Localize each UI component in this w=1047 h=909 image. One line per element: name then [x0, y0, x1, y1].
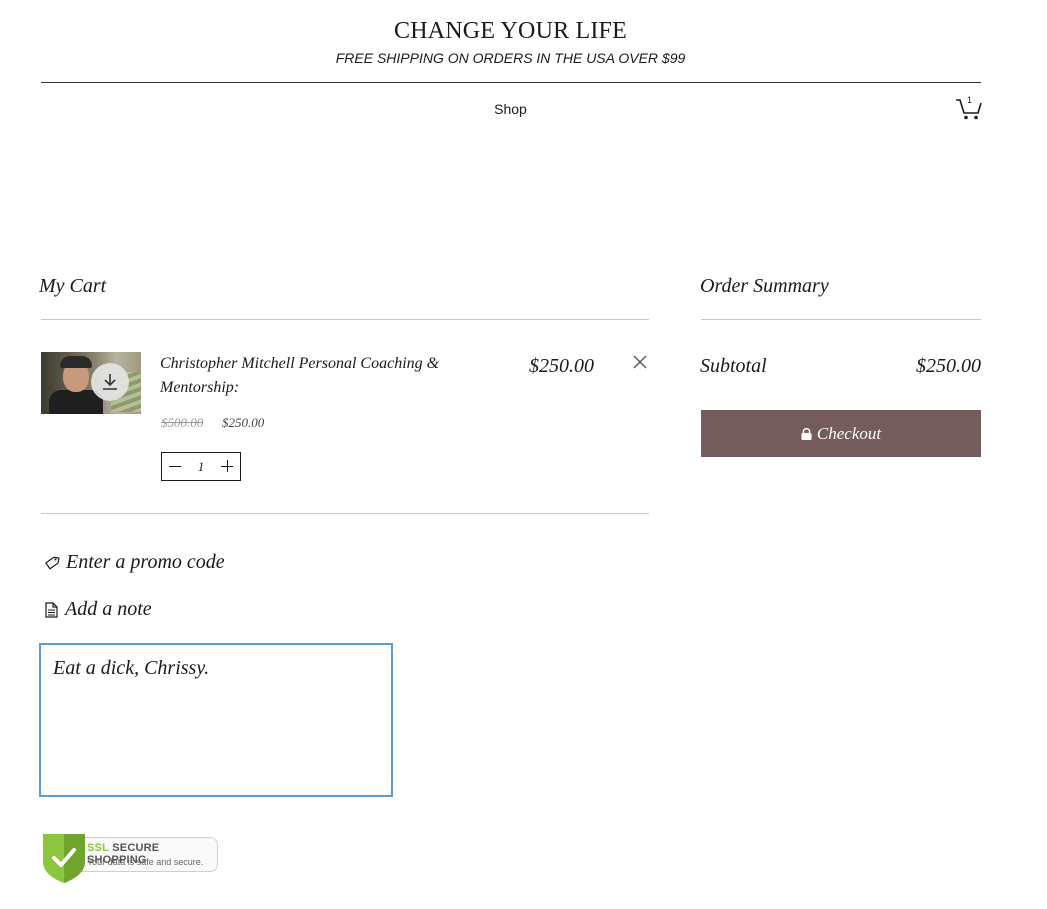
- sale-price: $250.00: [222, 415, 265, 430]
- shipping-banner: FREE SHIPPING ON ORDERS IN THE USA OVER …: [335, 50, 686, 66]
- line-total: $250.00: [529, 355, 594, 377]
- cart-button[interactable]: 1: [955, 95, 983, 121]
- order-summary-title: Order Summary: [700, 275, 829, 297]
- download-icon: [103, 374, 117, 390]
- lock-icon: [801, 428, 812, 440]
- quantity-stepper[interactable]: 1: [161, 452, 241, 481]
- ssl-label: SSL: [87, 842, 109, 854]
- note-icon: [45, 601, 58, 618]
- ssl-badge-subtitle: Your data is safe and secure.: [87, 857, 204, 867]
- product-name[interactable]: Christopher Mitchell Personal Coaching &…: [160, 352, 460, 400]
- site-title[interactable]: CHANGE YOUR LIFE: [0, 18, 1021, 45]
- checkout-label: Checkout: [816, 423, 882, 443]
- quantity-increase-button[interactable]: [220, 459, 234, 474]
- add-note-link[interactable]: Add a note: [44, 598, 152, 621]
- note-textarea[interactable]: [39, 643, 393, 797]
- cart-divider-top: [41, 319, 649, 320]
- checkout-button[interactable]: Checkout: [701, 410, 981, 457]
- subtotal-value: $250.00: [916, 355, 981, 377]
- cart-count: 1: [967, 95, 973, 105]
- ssl-secure-badge: SSL SECURE SHOPPING Your data is safe an…: [41, 832, 219, 884]
- cart-divider-bottom: [41, 513, 649, 514]
- close-icon: [633, 355, 647, 369]
- nav-shop-link[interactable]: Shop: [0, 101, 1021, 117]
- summary-divider: [701, 319, 981, 320]
- promo-code-link[interactable]: Enter a promo code: [44, 551, 225, 574]
- header-divider: [41, 82, 981, 83]
- promo-code-label: Enter a promo code: [66, 551, 225, 573]
- original-price: $500.00: [161, 415, 204, 430]
- download-button[interactable]: [91, 363, 129, 401]
- product-thumbnail[interactable]: [41, 352, 141, 414]
- shield-check-icon: [43, 834, 85, 883]
- subtotal-label: Subtotal: [700, 355, 767, 377]
- add-note-label: Add a note: [65, 598, 152, 620]
- quantity-value[interactable]: 1: [186, 459, 216, 475]
- tag-icon: [45, 556, 60, 570]
- my-cart-title: My Cart: [39, 275, 107, 297]
- quantity-decrease-button[interactable]: [168, 460, 182, 474]
- remove-item-button[interactable]: [630, 352, 650, 372]
